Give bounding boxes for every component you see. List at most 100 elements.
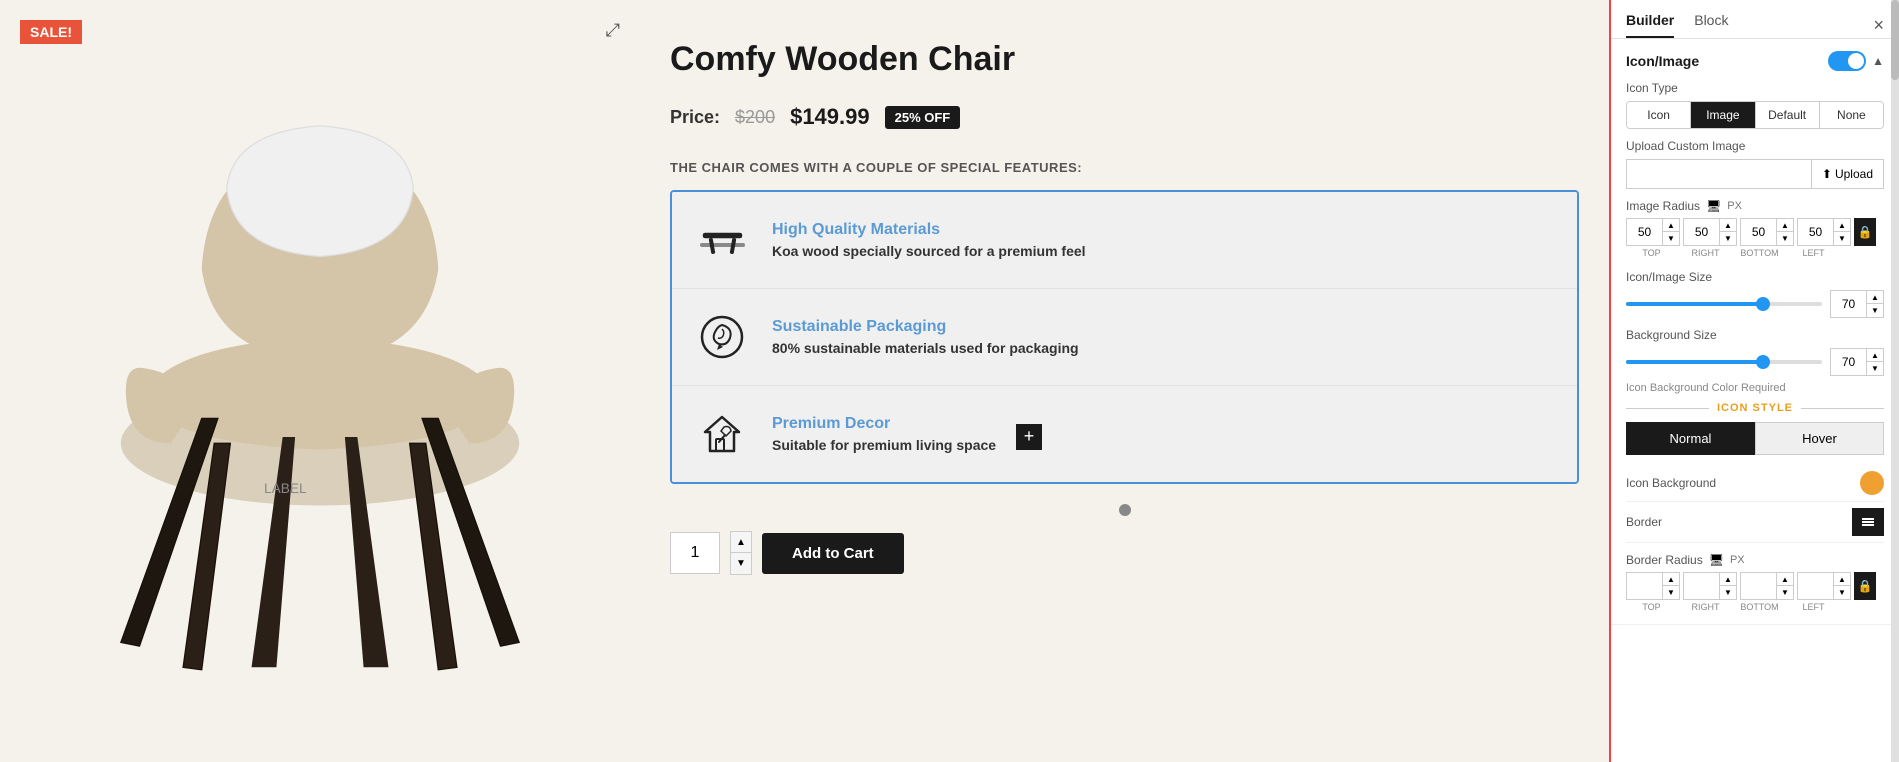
radius-right-value[interactable] — [1684, 219, 1719, 245]
style-tab-normal[interactable]: Normal — [1626, 422, 1755, 455]
radius-top-down[interactable]: ▼ — [1663, 232, 1679, 245]
border-radius-top-value[interactable] — [1627, 573, 1662, 599]
features-list: High Quality Materials Koa wood speciall… — [670, 190, 1579, 484]
tab-builder[interactable]: Builder — [1626, 12, 1674, 38]
panel-tab-group: Builder Block — [1626, 12, 1728, 38]
bg-size-up[interactable]: ▲ — [1867, 349, 1883, 362]
br-right-label: RIGHT — [1680, 602, 1731, 612]
icon-image-section: Icon/Image ▲ Icon Type Icon Image Defaul… — [1611, 39, 1899, 625]
scroll-indicator — [670, 504, 1579, 516]
panel-close-button[interactable]: × — [1873, 15, 1884, 36]
icon-size-value[interactable] — [1831, 291, 1866, 317]
feature-desc-2: 80% sustainable materials used for packa… — [772, 340, 1079, 356]
svg-text:LABEL: LABEL — [264, 481, 307, 496]
border-radius-bottom-input[interactable]: ▲ ▼ — [1740, 572, 1794, 600]
bg-size-label: Background Size — [1626, 328, 1884, 342]
radius-left-down[interactable]: ▼ — [1834, 232, 1850, 245]
radius-top-up[interactable]: ▲ — [1663, 219, 1679, 232]
style-tab-hover[interactable]: Hover — [1755, 422, 1884, 455]
bg-size-num[interactable]: ▲ ▼ — [1830, 348, 1884, 376]
border-radius-left-input[interactable]: ▲ ▼ — [1797, 572, 1851, 600]
icon-size-label: Icon/Image Size — [1626, 270, 1884, 284]
discount-badge: 25% OFF — [885, 106, 961, 129]
icon-type-icon-btn[interactable]: Icon — [1627, 102, 1691, 128]
icon-size-up[interactable]: ▲ — [1867, 291, 1883, 304]
bg-size-slider-fill — [1626, 360, 1763, 364]
br-bottom-down[interactable]: ▼ — [1777, 586, 1793, 599]
radius-bottom-up[interactable]: ▲ — [1777, 219, 1793, 232]
price-label: Price: — [670, 107, 720, 128]
bg-size-arrows: ▲ ▼ — [1866, 349, 1883, 375]
radius-left-value[interactable] — [1798, 219, 1833, 245]
radius-bottom-down[interactable]: ▼ — [1777, 232, 1793, 245]
border-settings-icon[interactable] — [1852, 508, 1884, 536]
icon-type-image-btn[interactable]: Image — [1691, 102, 1755, 128]
radius-bottom-value[interactable] — [1741, 219, 1776, 245]
radius-left-up[interactable]: ▲ — [1834, 219, 1850, 232]
radius-top-value[interactable] — [1627, 219, 1662, 245]
upload-input[interactable] — [1626, 159, 1811, 189]
br-bottom-label: BOTTOM — [1734, 602, 1785, 612]
radius-left-input[interactable]: ▲ ▼ — [1797, 218, 1851, 246]
border-radius-left-value[interactable] — [1798, 573, 1833, 599]
tab-block[interactable]: Block — [1694, 12, 1728, 38]
border-radius-right-value[interactable] — [1684, 573, 1719, 599]
bg-size-value[interactable] — [1831, 349, 1866, 375]
feature-title-1: High Quality Materials — [772, 221, 1086, 239]
icon-size-slider-row: ▲ ▼ — [1626, 290, 1884, 318]
bg-color-required-note: Icon Background Color Required — [1626, 382, 1884, 394]
features-header: THE CHAIR COMES WITH A COUPLE OF SPECIAL… — [670, 160, 1579, 175]
radius-bottom-input[interactable]: ▲ ▼ — [1740, 218, 1794, 246]
radius-px-label: PX — [1727, 200, 1742, 212]
section-chevron-icon[interactable]: ▲ — [1872, 54, 1884, 68]
bg-size-slider-track[interactable] — [1626, 360, 1822, 364]
feature-item-2: Sustainable Packaging 80% sustainable ma… — [672, 289, 1577, 386]
feature-item-3: Premium Decor Suitable for premium livin… — [672, 386, 1577, 482]
scrollbar-thumb[interactable] — [1891, 0, 1899, 80]
feature-title-3: Premium Decor — [772, 415, 996, 433]
upload-button[interactable]: ⬆ Upload — [1811, 159, 1884, 189]
add-to-cart-button[interactable]: Add to Cart — [762, 533, 904, 574]
feature-icon-leaf — [692, 307, 752, 367]
quantity-stepper[interactable]: ▲ ▼ — [730, 531, 752, 575]
icon-type-label: Icon Type — [1626, 81, 1884, 95]
radius-top-input[interactable]: ▲ ▼ — [1626, 218, 1680, 246]
br-left-up[interactable]: ▲ — [1834, 573, 1850, 586]
section-header: Icon/Image ▲ — [1626, 51, 1884, 71]
br-left-down[interactable]: ▼ — [1834, 586, 1850, 599]
sale-badge: SALE! — [20, 20, 82, 44]
border-radius-top-input[interactable]: ▲ ▼ — [1626, 572, 1680, 600]
upload-icon: ⬆ — [1822, 167, 1832, 181]
add-feature-button[interactable]: + — [1016, 424, 1042, 450]
br-top-up[interactable]: ▲ — [1663, 573, 1679, 586]
icon-size-down[interactable]: ▼ — [1867, 304, 1883, 317]
border-radius-right-input[interactable]: ▲ ▼ — [1683, 572, 1737, 600]
icon-type-none-btn[interactable]: None — [1820, 102, 1883, 128]
br-right-up[interactable]: ▲ — [1720, 573, 1736, 586]
br-right-down[interactable]: ▼ — [1720, 586, 1736, 599]
border-radius-lock-icon[interactable]: 🔒 — [1854, 572, 1876, 600]
section-toggle[interactable] — [1828, 51, 1866, 71]
br-bottom-up[interactable]: ▲ — [1777, 573, 1793, 586]
expand-icon[interactable]: ⤢ — [606, 20, 620, 41]
icon-type-default-btn[interactable]: Default — [1756, 102, 1820, 128]
radius-right-up[interactable]: ▲ — [1720, 219, 1736, 232]
radius-right-down[interactable]: ▼ — [1720, 232, 1736, 245]
toggle-thumb — [1848, 53, 1864, 69]
bg-size-down[interactable]: ▼ — [1867, 362, 1883, 375]
icon-size-num[interactable]: ▲ ▼ — [1830, 290, 1884, 318]
bg-size-slider-thumb[interactable] — [1756, 355, 1770, 369]
icon-size-slider-track[interactable] — [1626, 302, 1822, 306]
br-top-down[interactable]: ▼ — [1663, 586, 1679, 599]
icon-size-slider-thumb[interactable] — [1756, 297, 1770, 311]
feature-icon-table — [692, 210, 752, 270]
scrollbar-track[interactable] — [1891, 0, 1899, 762]
quantity-down-button[interactable]: ▼ — [731, 553, 751, 574]
quantity-input[interactable] — [670, 532, 720, 574]
border-radius-bottom-value[interactable] — [1741, 573, 1776, 599]
radius-right-input[interactable]: ▲ ▼ — [1683, 218, 1737, 246]
radius-bottom-label: BOTTOM — [1734, 248, 1785, 258]
icon-bg-color-swatch[interactable] — [1860, 471, 1884, 495]
quantity-up-button[interactable]: ▲ — [731, 532, 751, 553]
radius-lock-icon[interactable]: 🔒 — [1854, 218, 1876, 246]
